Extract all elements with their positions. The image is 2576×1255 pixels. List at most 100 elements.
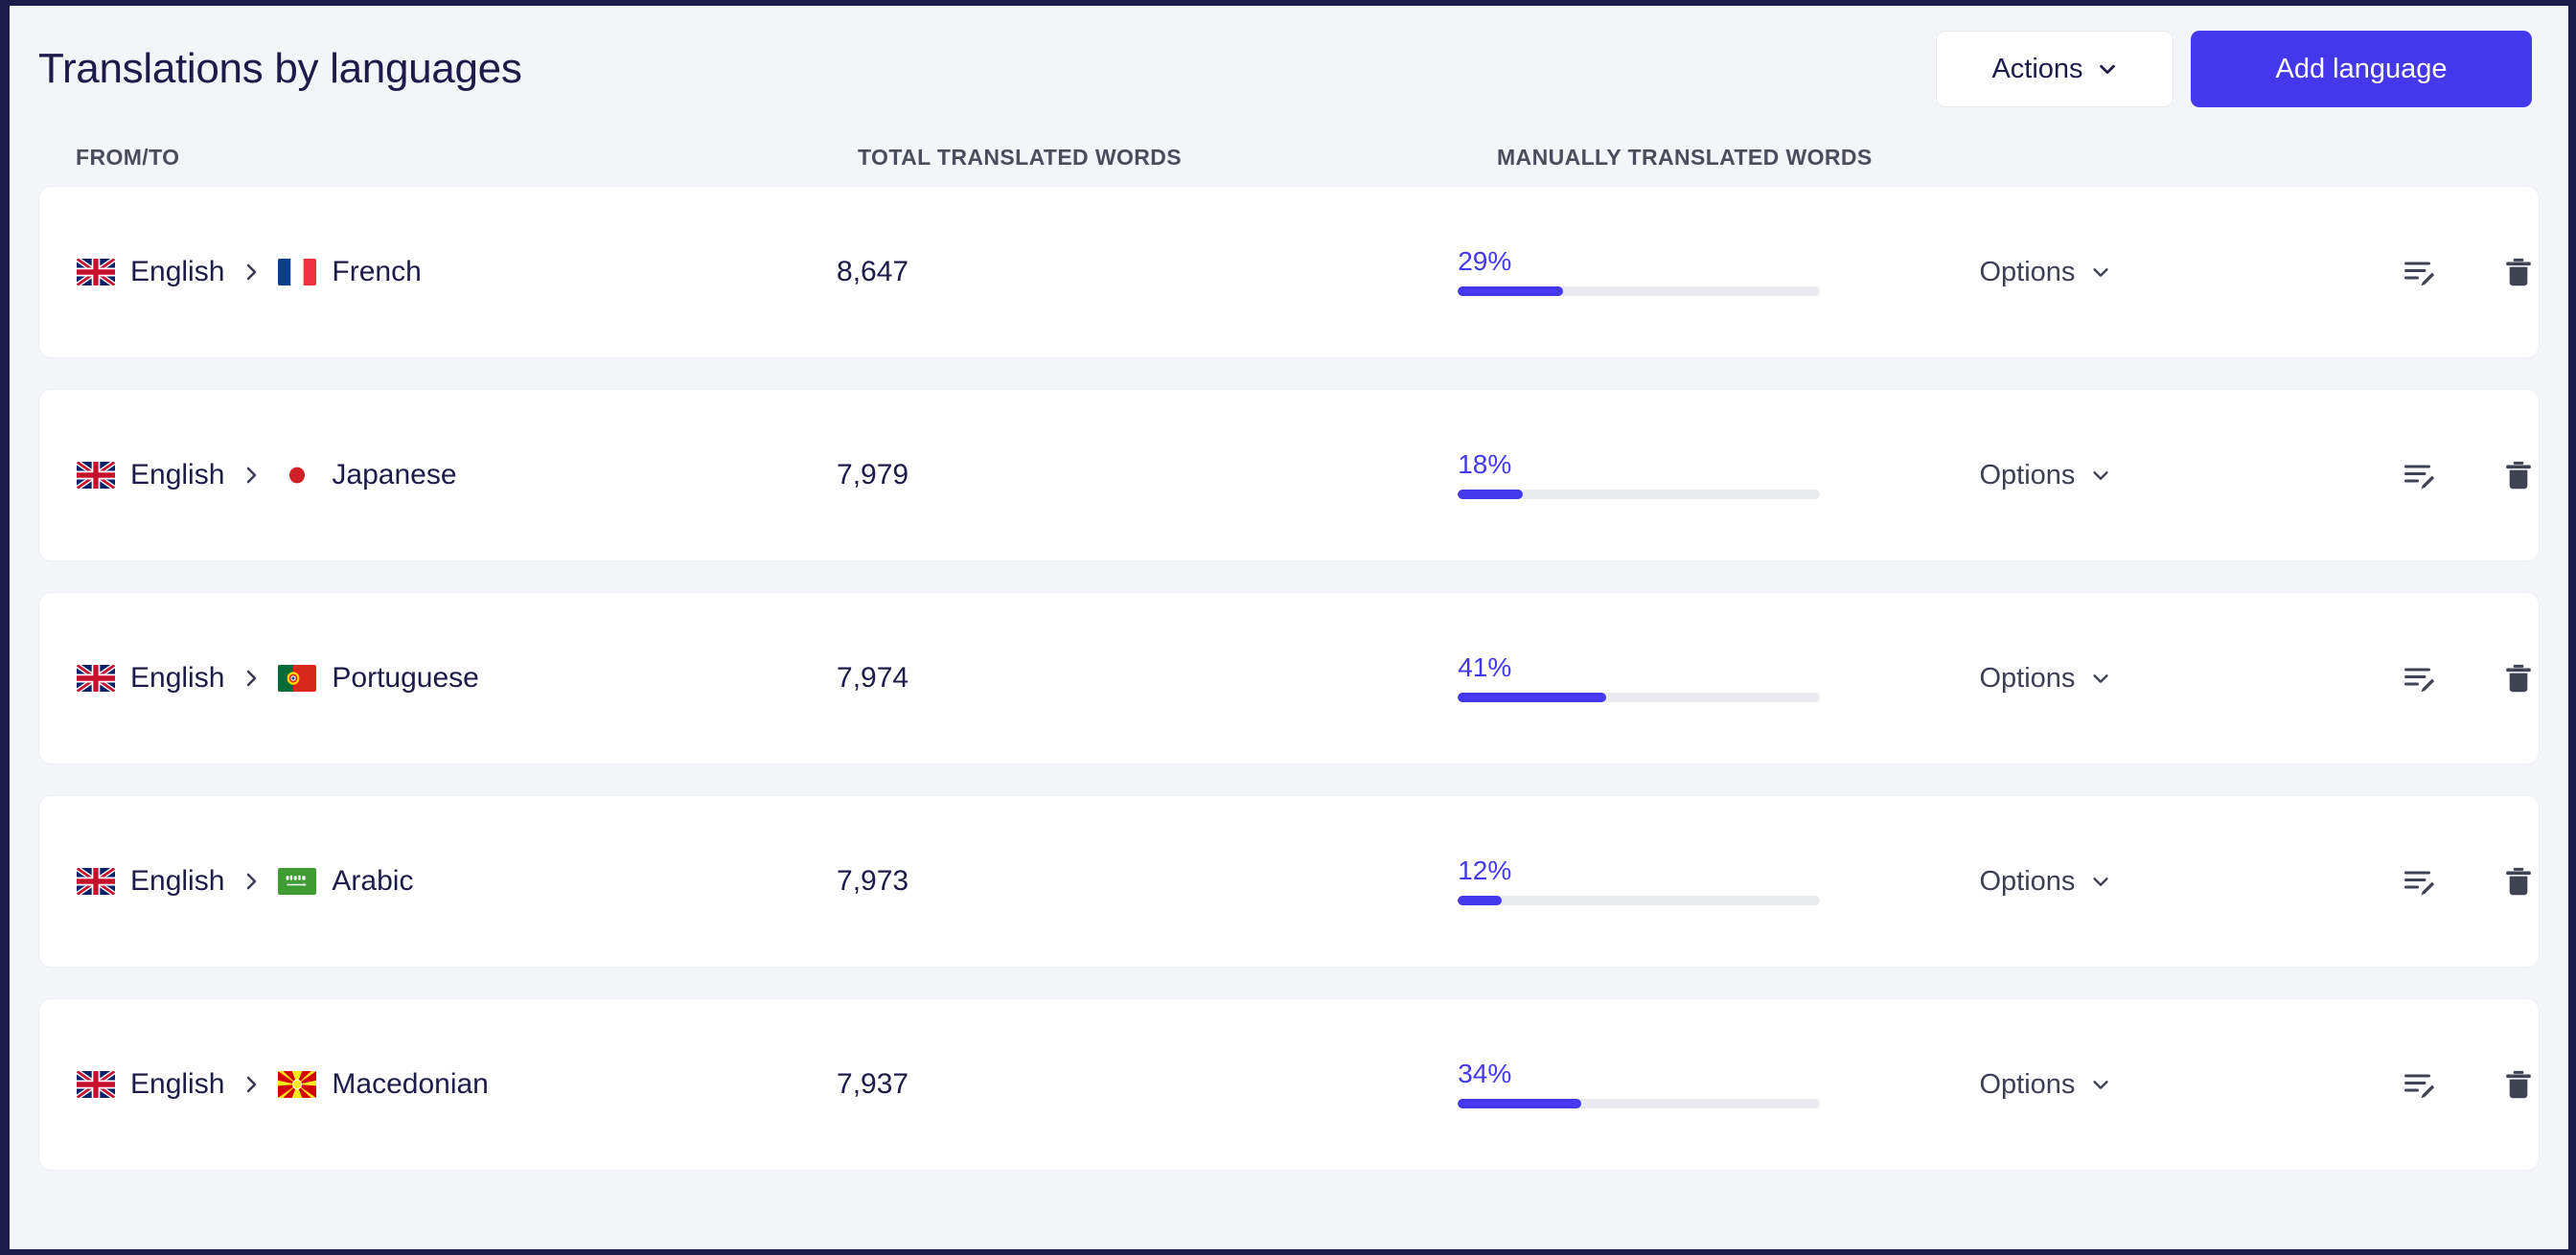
target-language-label: Japanese [332, 459, 457, 491]
cell-total-translated-words: 7,979 [837, 459, 909, 491]
japan-flag-icon [278, 462, 317, 489]
row-tools [2259, 658, 2539, 698]
page-header: Translations by languages Actions Add la… [10, 6, 2568, 128]
chevron-right-icon [224, 464, 278, 487]
column-header-total-translated-words: TOTAL TRANSLATED WORDS [858, 144, 1183, 170]
edit-lines-icon[interactable] [2399, 455, 2439, 495]
cell-manually-translated-words: 29% [1458, 248, 1979, 296]
edit-lines-icon[interactable] [2399, 252, 2439, 292]
cell-manually-translated-words: 12% [1458, 857, 1979, 905]
delete-icon[interactable] [2498, 1064, 2539, 1105]
chevron-down-icon [2090, 668, 2111, 689]
manual-percent-label: 18% [1458, 449, 1512, 479]
target-language: Arabic [278, 865, 413, 898]
actions-button-label: Actions [1991, 53, 2083, 84]
cell-manually-translated-words: 34% [1458, 1061, 1979, 1108]
manual-progress-fill [1458, 693, 1607, 702]
source-language-label: English [130, 459, 225, 491]
options-dropdown-label: Options [1979, 662, 2076, 694]
table-row-portuguese[interactable]: English Portuguese 7,974 41% Options [38, 592, 2540, 764]
cell-total-translated-words: 7,937 [837, 1068, 909, 1100]
actions-button[interactable]: Actions [1936, 31, 2174, 107]
edit-lines-icon[interactable] [2399, 1064, 2439, 1105]
row-tools [2259, 455, 2539, 495]
manual-progress-bar [1458, 896, 1821, 905]
manual-progress-bar [1458, 693, 1821, 702]
cell-manually-translated-words: 18% [1458, 451, 1979, 499]
row-tools [2259, 1064, 2539, 1105]
chevron-right-icon [224, 870, 278, 893]
manual-percent-label: 34% [1458, 1059, 1512, 1088]
cell-from-to: English Arabic [39, 865, 837, 898]
macedonia-flag-icon [278, 1071, 317, 1098]
manual-progress-bar [1458, 286, 1821, 296]
row-tools [2259, 252, 2539, 292]
source-language: English [77, 1068, 224, 1101]
options-dropdown[interactable]: Options [1979, 1069, 2259, 1101]
options-dropdown[interactable]: Options [1979, 257, 2259, 288]
edit-lines-icon[interactable] [2399, 658, 2439, 698]
cell-from-to: English Portuguese [39, 662, 837, 695]
add-language-button[interactable]: Add language [2191, 31, 2532, 107]
manual-percent-label: 12% [1458, 856, 1512, 885]
uk-flag-icon [77, 462, 115, 489]
add-language-button-label: Add language [2275, 53, 2448, 84]
target-language: Macedonian [278, 1068, 489, 1101]
saudi-arabia-flag-icon [278, 868, 317, 895]
delete-icon[interactable] [2498, 861, 2539, 901]
chevron-down-icon [2097, 58, 2118, 80]
options-dropdown-label: Options [1979, 459, 2076, 491]
cell-from-to: English Macedonian [39, 1068, 837, 1101]
manual-progress-fill [1458, 286, 1563, 296]
uk-flag-icon [77, 868, 115, 895]
chevron-right-icon [224, 261, 278, 284]
cell-from-to: English French [39, 256, 837, 288]
table-row-french[interactable]: English French 8,647 29% Options [38, 186, 2540, 358]
header-action-group: Actions Add language [1936, 31, 2532, 107]
source-language: English [77, 459, 224, 491]
chevron-right-icon [224, 667, 278, 690]
source-language-label: English [130, 1068, 225, 1100]
cell-total-translated-words: 8,647 [837, 256, 909, 287]
table-row-arabic[interactable]: English Arabic 7,973 12% Options [38, 795, 2540, 968]
manual-progress-bar [1458, 490, 1821, 499]
portugal-flag-icon [278, 665, 317, 692]
delete-icon[interactable] [2498, 455, 2539, 495]
uk-flag-icon [77, 1071, 115, 1098]
source-language-label: English [130, 662, 225, 694]
table-row-japanese[interactable]: English Japanese 7,979 18% Options [38, 389, 2540, 561]
table-column-headers: FROM/TO TOTAL TRANSLATED WORDS MANUALLY … [10, 128, 2568, 186]
options-dropdown[interactable]: Options [1979, 460, 2259, 491]
source-language: English [77, 662, 224, 695]
source-language-label: English [130, 865, 225, 897]
chevron-down-icon [2090, 262, 2111, 283]
translations-table-body: English French 8,647 29% Options English… [10, 186, 2568, 1171]
target-language: Portuguese [278, 662, 479, 695]
chevron-right-icon [224, 1073, 278, 1096]
cell-from-to: English Japanese [39, 459, 837, 491]
target-language: Japanese [278, 459, 457, 491]
column-header-from-to: FROM/TO [76, 144, 180, 170]
page-title: Translations by languages [38, 45, 522, 92]
target-language-label: Arabic [332, 865, 414, 897]
france-flag-icon [278, 259, 317, 285]
options-dropdown-label: Options [1979, 865, 2076, 897]
cell-total-translated-words: 7,974 [837, 662, 909, 694]
table-row-macedonian[interactable]: English Macedonian 7,937 34% Options [38, 998, 2540, 1171]
delete-icon[interactable] [2498, 658, 2539, 698]
edit-lines-icon[interactable] [2399, 861, 2439, 901]
uk-flag-icon [77, 665, 115, 692]
manual-percent-label: 41% [1458, 652, 1512, 682]
translations-page: Translations by languages Actions Add la… [10, 6, 2568, 1249]
source-language: English [77, 256, 224, 288]
delete-icon[interactable] [2498, 252, 2539, 292]
target-language-label: French [332, 256, 422, 287]
options-dropdown[interactable]: Options [1979, 663, 2259, 695]
options-dropdown-label: Options [1979, 256, 2076, 287]
manual-percent-label: 29% [1458, 246, 1512, 276]
target-language-label: Portuguese [332, 662, 479, 694]
target-language-label: Macedonian [332, 1068, 489, 1100]
manual-progress-fill [1458, 490, 1524, 499]
cell-total-translated-words: 7,973 [837, 865, 909, 897]
options-dropdown[interactable]: Options [1979, 866, 2259, 898]
